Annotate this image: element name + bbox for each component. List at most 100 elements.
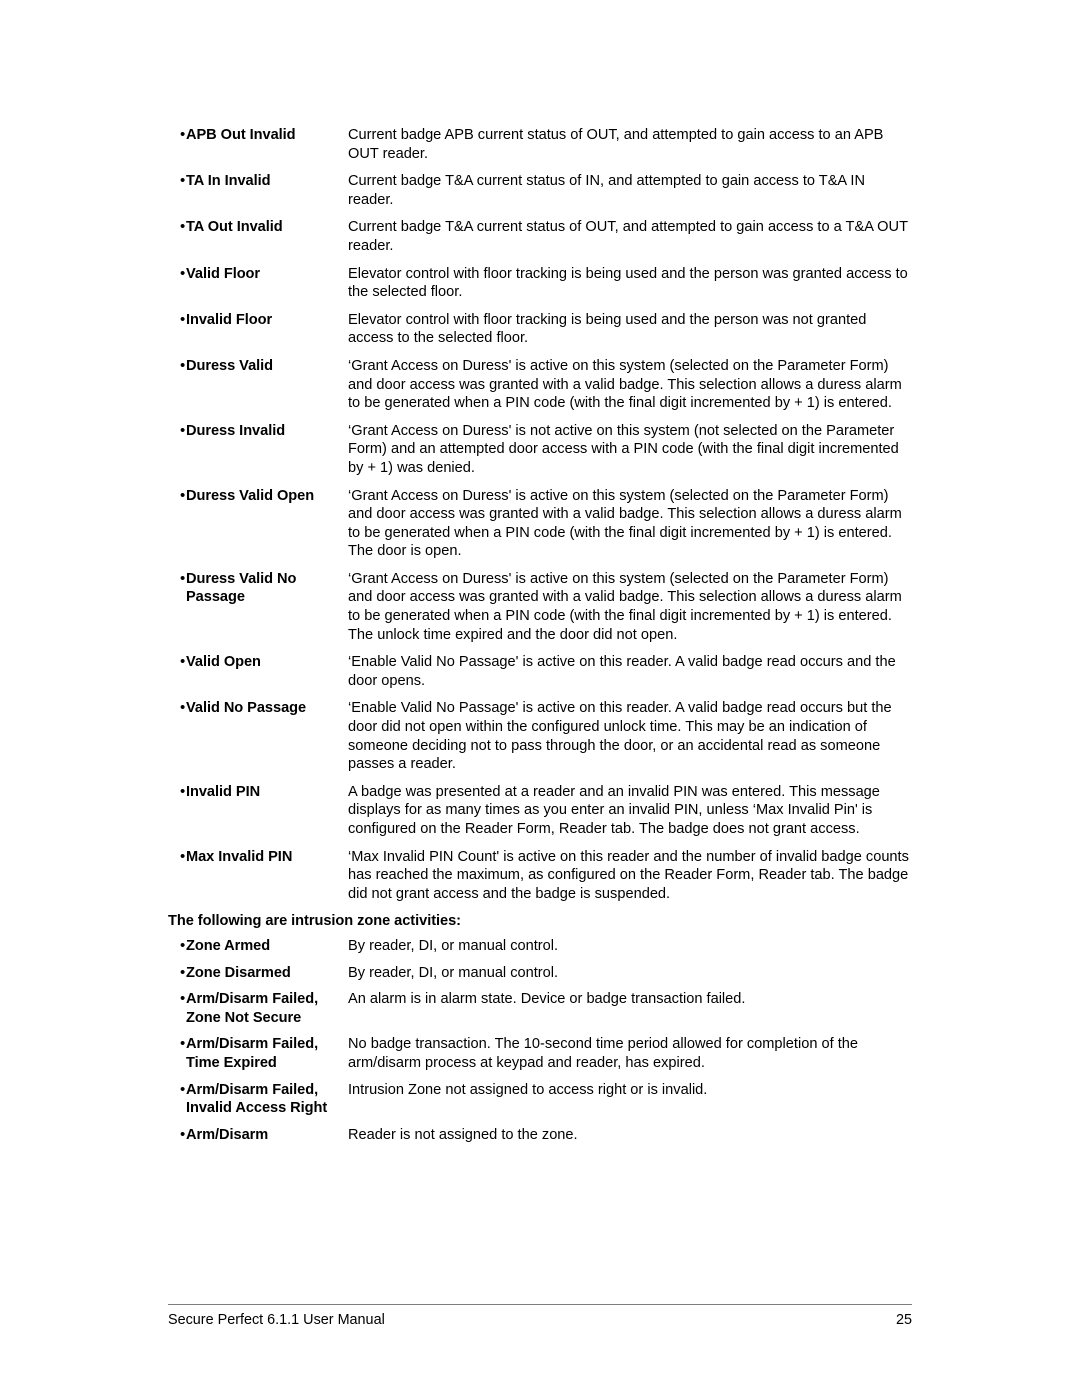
term-label: Zone Disarmed xyxy=(186,964,291,981)
term-cell: • Zone Disarmed xyxy=(168,964,348,983)
list-item: • TA Out Invalid Current badge T&A curre… xyxy=(168,218,912,255)
description-text: ‘Enable Valid No Passage' is active on t… xyxy=(348,700,892,773)
bullet-icon: • xyxy=(180,963,186,981)
list-item: • TA In Invalid Current badge T&A curren… xyxy=(168,172,912,209)
bullet-icon: • xyxy=(180,569,186,587)
list-item: • Duress Invalid ‘Grant Access on Duress… xyxy=(168,422,912,478)
term-label: TA In Invalid xyxy=(186,173,271,190)
description-text: Current badge APB current status of OUT,… xyxy=(348,127,884,162)
term-cell: • Duress Valid Open xyxy=(168,487,348,506)
bullet-icon: • xyxy=(180,126,186,143)
term-label: Valid Floor xyxy=(186,265,261,282)
list-item: • Duress Valid Open ‘Grant Access on Dur… xyxy=(168,487,912,561)
term-cell: • TA In Invalid xyxy=(168,172,348,191)
term-label: Arm/Disarm Failed, Zone Not Secure xyxy=(186,991,319,1026)
term-cell: • Duress Valid xyxy=(168,357,348,376)
bullet-icon: • xyxy=(180,782,186,800)
bullet-icon: • xyxy=(180,486,186,504)
term-cell: • Arm/Disarm xyxy=(168,1126,348,1145)
list-item: • Valid No Passage ‘Enable Valid No Pass… xyxy=(168,699,912,773)
bullet-icon: • xyxy=(180,936,186,954)
list-item: • Valid Floor Elevator control with floo… xyxy=(168,265,912,302)
bullet-icon: • xyxy=(180,172,186,190)
description-text: ‘Enable Valid No Passage' is active on t… xyxy=(348,654,896,689)
bullet-icon: • xyxy=(180,1035,186,1053)
bullet-icon: • xyxy=(180,699,186,717)
document-page: • APB Out Invalid Current badge APB curr… xyxy=(0,0,1080,1397)
term-label: Duress Valid Open xyxy=(186,487,315,504)
description-text: Current badge T&A current status of OUT,… xyxy=(348,219,908,254)
footer-manual-title: Secure Perfect 6.1.1 User Manual xyxy=(168,1312,385,1328)
term-label: Duress Valid xyxy=(186,357,274,374)
term-label: Arm/Disarm Failed, Invalid Access Right xyxy=(186,1081,328,1117)
list-item: • Duress Valid ‘Grant Access on Duress' … xyxy=(168,357,912,413)
term-cell: • Invalid Floor xyxy=(168,311,348,330)
list-item: • Duress Valid No Passage ‘Grant Access … xyxy=(168,570,912,644)
description-text: ‘Grant Access on Duress' is active on th… xyxy=(348,487,902,560)
document-content: • APB Out Invalid Current badge APB curr… xyxy=(168,126,912,1152)
bullet-icon: • xyxy=(180,356,186,374)
bullet-icon: • xyxy=(180,847,186,865)
list-item: • Zone Disarmed By reader, DI, or manual… xyxy=(168,964,912,983)
list-item: • Arm/Disarm Reader is not assigned to t… xyxy=(168,1126,912,1145)
list-item: • Arm/Disarm Failed, Time Expired No bad… xyxy=(168,1035,912,1072)
list-item: • Invalid PIN A badge was presented at a… xyxy=(168,783,912,839)
term-cell: • Valid No Passage xyxy=(168,699,348,718)
description-text: ‘Max Invalid PIN Count' is active on thi… xyxy=(348,848,909,902)
footer-row: Secure Perfect 6.1.1 User Manual 25 xyxy=(168,1311,912,1330)
term-label: Valid No Passage xyxy=(186,700,307,717)
description-text: No badge transaction. The 10-second time… xyxy=(348,1036,859,1071)
term-cell: • Duress Invalid xyxy=(168,422,348,441)
description-text: Elevator control with floor tracking is … xyxy=(348,265,908,301)
bullet-icon: • xyxy=(180,264,186,282)
list-item: • Arm/Disarm Failed, Invalid Access Righ… xyxy=(168,1081,912,1118)
term-label: APB Out Invalid xyxy=(186,127,296,143)
description-text: By reader, DI, or manual control. xyxy=(348,964,559,981)
term-cell: • Valid Floor xyxy=(168,265,348,284)
term-cell: • TA Out Invalid xyxy=(168,218,348,237)
term-label: Valid Open xyxy=(186,654,261,671)
list-item: • APB Out Invalid Current badge APB curr… xyxy=(168,126,912,163)
bullet-icon: • xyxy=(180,421,186,439)
term-cell: • Arm/Disarm Failed, Invalid Access Righ… xyxy=(168,1081,348,1118)
description-text: ‘Grant Access on Duress' is active on th… xyxy=(348,570,902,643)
term-label: Arm/Disarm xyxy=(186,1126,269,1143)
term-label: Arm/Disarm Failed, Time Expired xyxy=(186,1036,319,1071)
term-label: Duress Invalid xyxy=(186,422,286,439)
intrusion-section-heading: The following are intrusion zone activit… xyxy=(168,913,461,930)
description-text: Current badge T&A current status of IN, … xyxy=(348,173,866,208)
footer-page-number: 25 xyxy=(895,1312,912,1328)
term-cell: • Arm/Disarm Failed, Time Expired xyxy=(168,1035,348,1072)
bullet-icon: • xyxy=(180,310,186,328)
list-item: • Invalid Floor Elevator control with fl… xyxy=(168,311,912,348)
description-text: Elevator control with floor tracking is … xyxy=(348,311,867,347)
bullet-icon: • xyxy=(180,1080,186,1098)
page-footer: Secure Perfect 6.1.1 User Manual 25 xyxy=(168,1304,912,1330)
description-text: Reader is not assigned to the zone. xyxy=(348,1126,578,1143)
term-cell: • APB Out Invalid xyxy=(168,126,348,145)
term-cell: • Duress Valid No Passage xyxy=(168,570,348,607)
list-item: • Zone Armed By reader, DI, or manual co… xyxy=(168,937,912,956)
term-label: Invalid PIN xyxy=(186,783,261,800)
term-label: Zone Armed xyxy=(186,937,271,954)
term-cell: • Zone Armed xyxy=(168,937,348,956)
term-label: Invalid Floor xyxy=(186,311,273,328)
list-item: • Valid Open ‘Enable Valid No Passage' i… xyxy=(168,653,912,690)
bullet-icon: • xyxy=(180,653,186,671)
description-text: ‘Grant Access on Duress' is not active o… xyxy=(348,422,899,476)
list-item: • Arm/Disarm Failed, Zone Not Secure An … xyxy=(168,990,912,1027)
term-label: TA Out Invalid xyxy=(186,219,283,236)
bullet-icon: • xyxy=(180,990,186,1008)
description-text: A badge was presented at a reader and an… xyxy=(348,783,880,837)
description-text: An alarm is in alarm state. Device or ba… xyxy=(348,991,746,1008)
footer-divider xyxy=(168,1304,912,1305)
term-cell: • Invalid PIN xyxy=(168,783,348,802)
bullet-icon: • xyxy=(180,218,186,236)
term-label: Duress Valid No Passage xyxy=(186,570,297,606)
term-cell: • Arm/Disarm Failed, Zone Not Secure xyxy=(168,990,348,1027)
term-cell: • Max Invalid PIN xyxy=(168,848,348,867)
list-item: • Max Invalid PIN ‘Max Invalid PIN Count… xyxy=(168,848,912,904)
term-cell: • Valid Open xyxy=(168,653,348,672)
bullet-icon: • xyxy=(180,1125,186,1143)
description-text: By reader, DI, or manual control. xyxy=(348,937,559,954)
